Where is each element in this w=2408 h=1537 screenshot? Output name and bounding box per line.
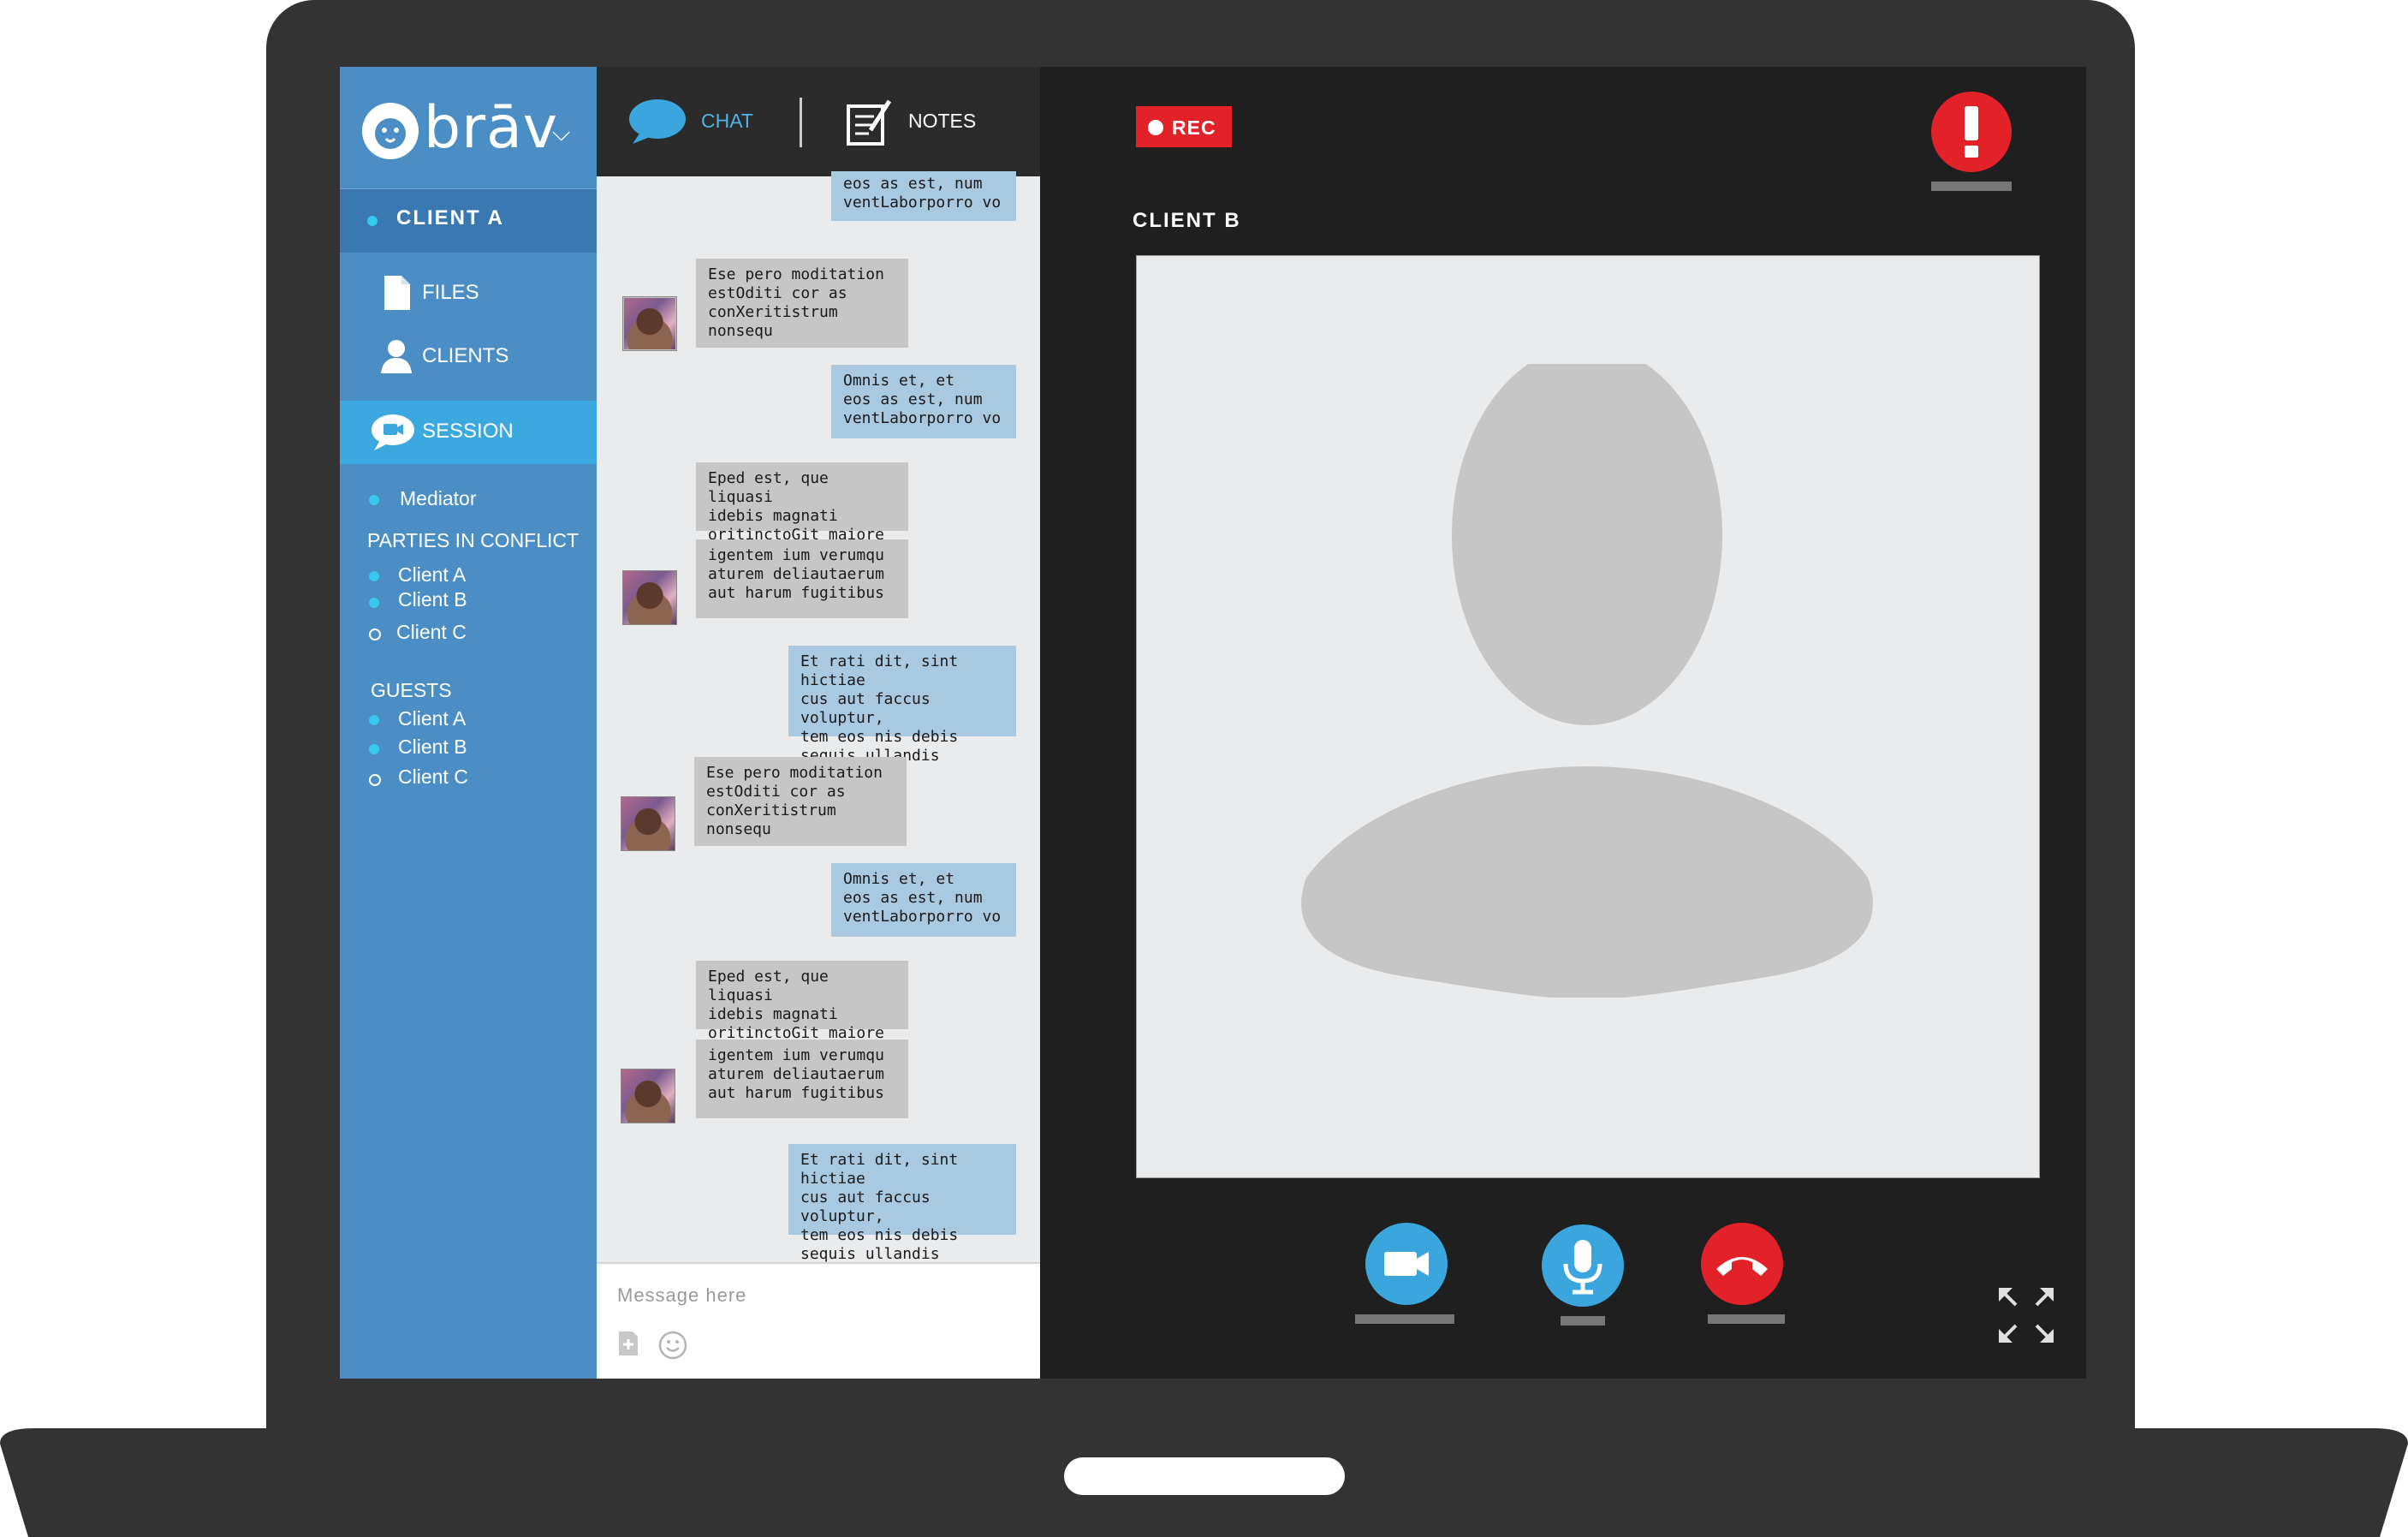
screen: brāv ⌵ CLIENT A FILES CLIENTS SESSION Me… <box>340 67 2086 1379</box>
parties-heading: PARTIES IN CONFLICT <box>367 529 580 551</box>
file-icon <box>378 274 415 312</box>
chat-message-incoming: Ese pero moditation estOditi cor as conXer… <box>694 757 907 846</box>
party-client-b[interactable]: Client B <box>398 588 467 611</box>
party-client-a[interactable]: Client A <box>398 563 466 587</box>
chat-message-outgoing: Omnis et, et eos as est, num ventLaborporr… <box>831 365 1016 438</box>
client-selector[interactable]: CLIENT A <box>340 188 597 253</box>
laptop-notch <box>1064 1457 1345 1495</box>
status-dot-offline <box>369 774 381 786</box>
chevron-down-icon[interactable]: ⌵ <box>552 118 570 147</box>
tab-divider <box>800 98 802 147</box>
party-client-c[interactable]: Client C <box>396 621 467 644</box>
participant-name: CLIENT B <box>1133 209 1241 232</box>
chat-message-incoming: igentem ium verumqu aturem deliautaerum au… <box>696 539 908 618</box>
status-dot <box>367 216 378 226</box>
avatar <box>621 1069 675 1123</box>
exclamation-icon[interactable] <box>1930 91 2013 173</box>
client-selector-label: CLIENT A <box>396 206 504 229</box>
chat-message-outgoing: eos as est, num ventLaborporro vo <box>831 171 1016 221</box>
tab-notes[interactable]: NOTES <box>908 110 976 133</box>
status-dot <box>369 744 379 754</box>
status-dot <box>369 495 379 505</box>
notes-icon <box>845 99 893 147</box>
video-control-bar <box>1355 1314 1454 1324</box>
chat-panel: CHAT NOTES eos as est, num ventLaborporro… <box>597 67 1040 1379</box>
guests-heading: GUESTS <box>371 679 452 701</box>
recording-badge: REC <box>1136 106 1232 147</box>
lion-logo-icon <box>360 101 420 161</box>
attach-file-icon[interactable] <box>617 1331 639 1356</box>
logo-bar: brāv ⌵ <box>340 67 597 188</box>
chat-bubble-icon <box>627 98 687 146</box>
video-panel: REC CLIENT B <box>1040 67 2086 1379</box>
chat-header: CHAT NOTES <box>597 67 1040 176</box>
hangup-control-bar <box>1708 1314 1785 1324</box>
message-input[interactable]: Message here <box>617 1284 746 1307</box>
chat-message-incoming: Eped est, que liquasi idebis magnati oriti… <box>696 961 908 1042</box>
app-logo-text: brāv <box>424 94 559 162</box>
nav-clients-label: CLIENTS <box>422 344 509 367</box>
user-icon <box>378 337 415 375</box>
mediator-label: Mediator <box>400 487 477 509</box>
phone-hangup-icon[interactable] <box>1701 1223 1783 1305</box>
chat-message-outgoing: Et rati dit, sint hictiae cus aut faccus … <box>788 1144 1016 1282</box>
video-feed <box>1136 255 2040 1178</box>
user-placeholder-icon <box>1287 345 1887 999</box>
alert-indicator-bar <box>1931 182 2012 191</box>
record-dot-icon <box>1148 120 1163 135</box>
nav-session[interactable]: SESSION <box>340 401 597 464</box>
avatar <box>622 296 677 351</box>
message-composer: Message here <box>597 1262 1040 1379</box>
nav-session-label: SESSION <box>422 420 514 443</box>
guest-client-a[interactable]: Client A <box>398 707 466 730</box>
guest-client-c[interactable]: Client C <box>398 766 468 789</box>
nav-files[interactable]: FILES <box>340 262 597 324</box>
status-dot <box>369 598 379 608</box>
video-camera-icon[interactable] <box>1365 1223 1448 1305</box>
status-dot <box>369 571 379 581</box>
guest-client-b[interactable]: Client B <box>398 736 467 759</box>
rec-label: REC <box>1172 116 1216 139</box>
avatar <box>621 796 675 851</box>
fullscreen-icon[interactable] <box>1995 1284 2057 1346</box>
nav-files-label: FILES <box>422 281 479 304</box>
chat-message-outgoing: Et rati dit, sint hictiae cus aut faccus … <box>788 646 1016 783</box>
avatar <box>622 570 677 625</box>
sidebar: brāv ⌵ CLIENT A FILES CLIENTS SESSION Me… <box>340 67 597 1379</box>
emoji-icon[interactable] <box>658 1331 687 1360</box>
nav-clients[interactable]: CLIENTS <box>340 325 597 387</box>
chat-message-incoming: Eped est, que liquasi idebis magnati oriti… <box>696 462 908 544</box>
chat-message-outgoing: Omnis et, et eos as est, num ventLaborporr… <box>831 863 1016 937</box>
chat-message-incoming: igentem ium verumqu aturem deliautaerum au… <box>696 1040 908 1118</box>
status-dot <box>369 715 379 725</box>
chat-message-incoming: Ese pero moditation estOditi cor as conXer… <box>696 259 908 348</box>
mic-control-bar <box>1561 1316 1605 1326</box>
tab-chat[interactable]: CHAT <box>701 110 753 133</box>
microphone-icon[interactable] <box>1542 1224 1624 1307</box>
video-chat-icon <box>371 413 415 450</box>
status-dot-offline <box>369 629 381 640</box>
